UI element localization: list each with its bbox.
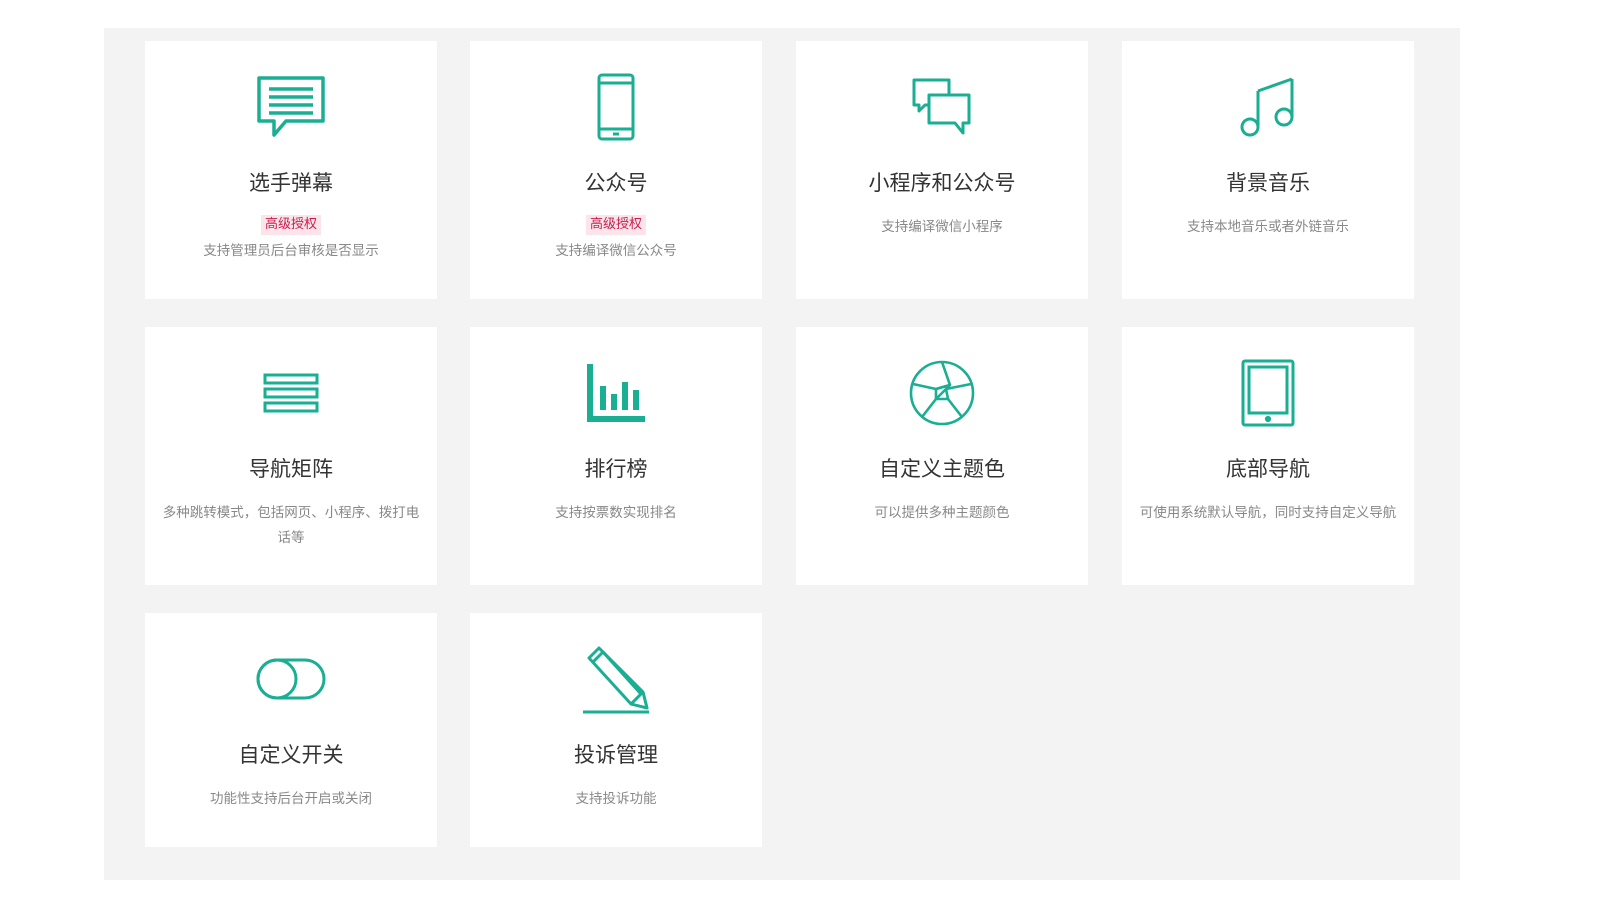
- aperture-icon: [796, 357, 1088, 429]
- mobile-phone-icon: [470, 71, 762, 143]
- premium-badge: 高级授权: [585, 215, 646, 235]
- card-description: 支持本地音乐或者外链音乐: [1187, 219, 1349, 235]
- card-title: 自定义开关: [238, 743, 344, 767]
- feature-card-ranking[interactable]: 排行榜 支持按票数实现排名: [470, 327, 762, 585]
- card-title: 背景音乐: [1226, 171, 1310, 195]
- chat-bubble-icon: [145, 71, 437, 143]
- card-description: 支持编译微信公众号: [555, 243, 677, 259]
- card-title: 排行榜: [584, 457, 648, 481]
- feature-card-danmu[interactable]: 选手弹幕 高级授权 支持管理员后台审核是否显示: [145, 41, 437, 299]
- card-description: 支持编译微信小程序: [881, 219, 1003, 235]
- card-title: 自定义主题色: [879, 457, 1005, 481]
- card-title: 底部导航: [1226, 457, 1310, 481]
- card-description: 功能性支持后台开启或关闭: [210, 791, 372, 807]
- card-title: 导航矩阵: [249, 457, 333, 481]
- feature-card-bg-music[interactable]: 背景音乐 支持本地音乐或者外链音乐: [1122, 41, 1414, 299]
- feature-card-theme-color[interactable]: 自定义主题色 可以提供多种主题颜色: [796, 327, 1088, 585]
- tablet-icon: [1122, 357, 1414, 429]
- feature-card-nav-matrix[interactable]: 导航矩阵 多种跳转模式，包括网页、小程序、拨打电话等: [145, 327, 437, 585]
- card-title: 选手弹幕: [249, 171, 333, 195]
- card-description: 支持按票数实现排名: [555, 505, 677, 521]
- card-description: 多种跳转模式，包括网页、小程序、拨打电话等: [162, 505, 420, 546]
- conversation-icon: [796, 71, 1088, 143]
- card-description: 支持管理员后台审核是否显示: [203, 243, 379, 259]
- feature-card-official-account[interactable]: 公众号 高级授权 支持编译微信公众号: [470, 41, 762, 299]
- feature-card-miniprogram[interactable]: 小程序和公众号 支持编译微信小程序: [796, 41, 1088, 299]
- toggle-switch-icon: [145, 643, 437, 715]
- music-note-icon: [1122, 71, 1414, 143]
- bar-chart-icon: [470, 357, 762, 429]
- card-title: 小程序和公众号: [868, 171, 1016, 195]
- card-title: 投诉管理: [574, 743, 658, 767]
- card-title: 公众号: [584, 171, 648, 195]
- card-description: 支持投诉功能: [575, 791, 657, 807]
- feature-card-custom-switch[interactable]: 自定义开关 功能性支持后台开启或关闭: [145, 613, 437, 847]
- feature-card-complaint[interactable]: 投诉管理 支持投诉功能: [470, 613, 762, 847]
- feature-card-bottom-nav[interactable]: 底部导航 可使用系统默认导航，同时支持自定义导航: [1122, 327, 1414, 585]
- premium-badge: 高级授权: [260, 215, 321, 235]
- card-description: 可以提供多种主题颜色: [874, 505, 1010, 521]
- menu-lines-icon: [145, 357, 437, 429]
- card-description: 可使用系统默认导航，同时支持自定义导航: [1139, 505, 1397, 521]
- pencil-icon: [470, 643, 762, 715]
- features-panel: 选手弹幕 高级授权 支持管理员后台审核是否显示 公众号 高级授权 支持编译微信公…: [104, 28, 1460, 880]
